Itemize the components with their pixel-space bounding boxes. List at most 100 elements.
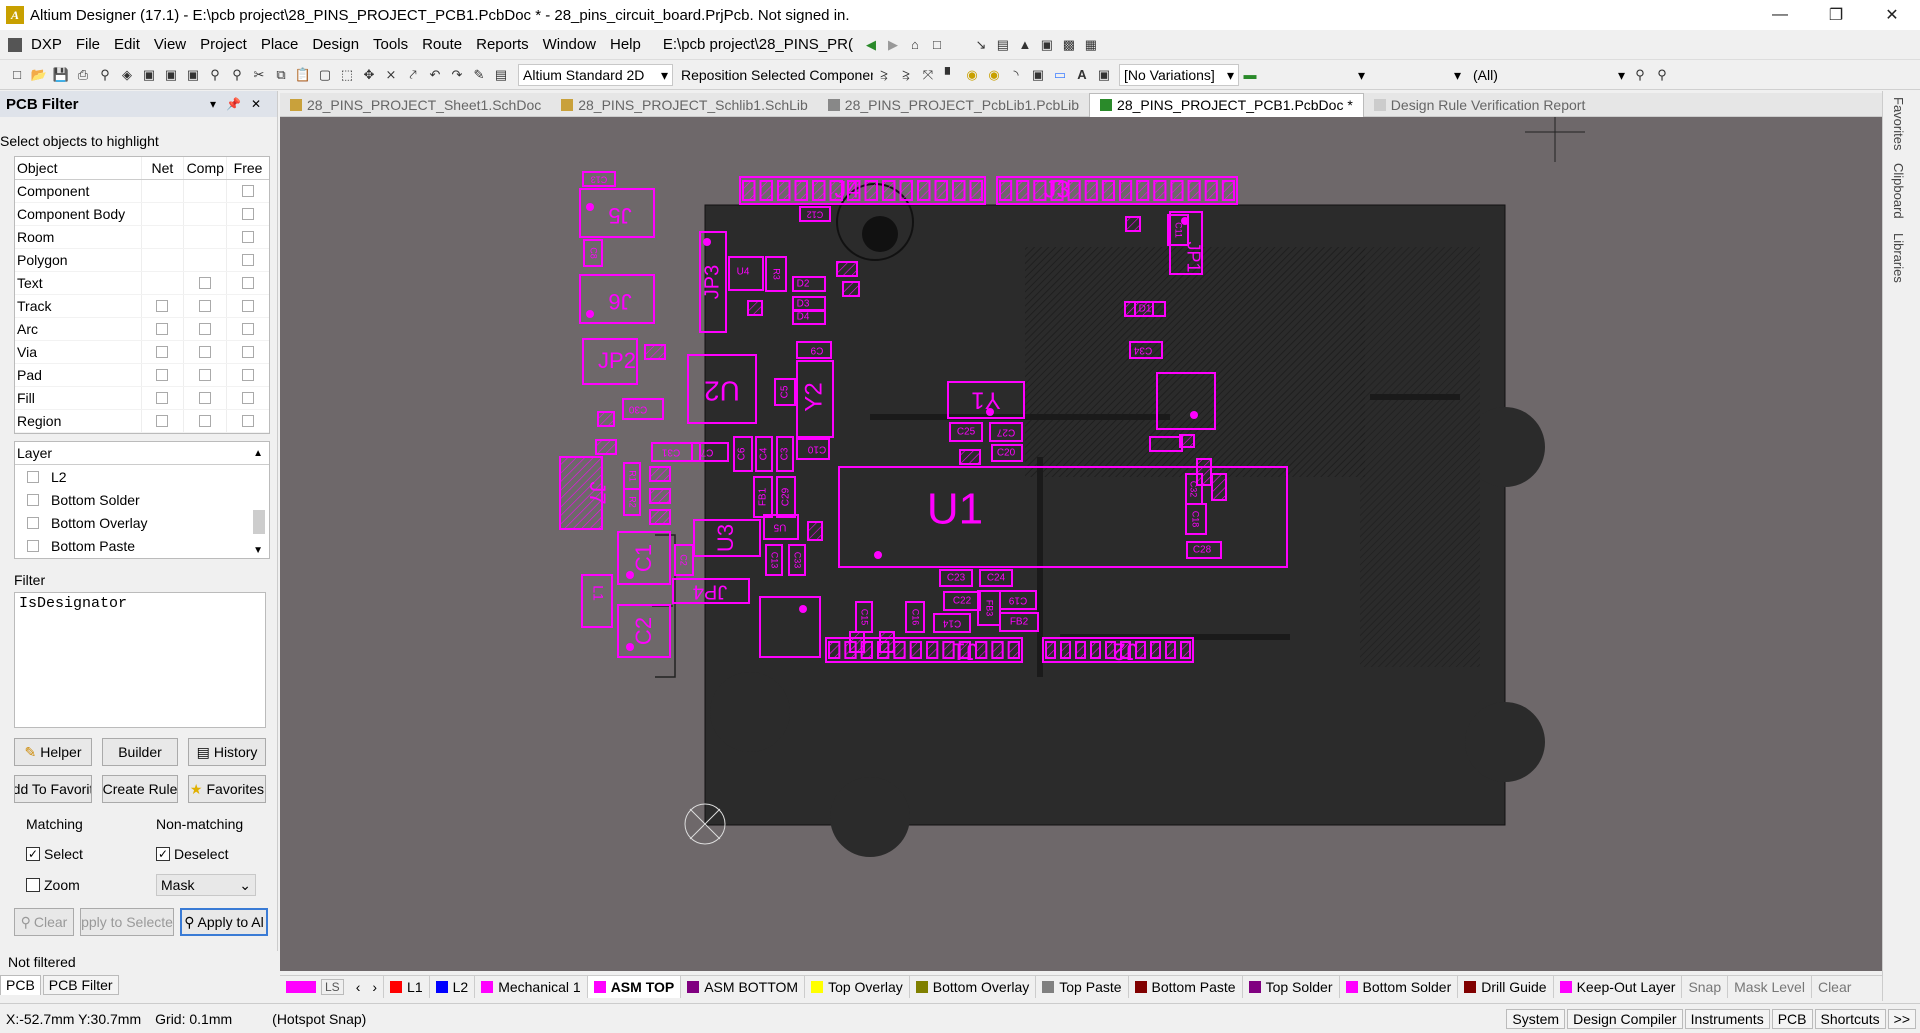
object-row[interactable]: Arc xyxy=(15,318,269,341)
deselect-checkbox-row[interactable]: ✓ Deselect xyxy=(156,846,228,862)
redo-icon[interactable]: ↷ xyxy=(448,66,466,84)
header-pin[interactable] xyxy=(1101,180,1115,201)
layer-tab-bottom-overlay[interactable]: Bottom Overlay xyxy=(908,975,1035,998)
free-checkbox[interactable] xyxy=(242,185,255,197)
comp-checkbox[interactable] xyxy=(199,369,212,381)
layer-tab-bottom-paste[interactable]: Bottom Paste xyxy=(1127,975,1242,998)
pad[interactable] xyxy=(747,300,763,316)
deselect-icon[interactable]: ⨯ xyxy=(382,66,400,84)
path-field[interactable]: E:\pcb project\28_PINS_PR( xyxy=(656,30,860,60)
object-row[interactable]: Polygon xyxy=(15,249,269,272)
header-pin[interactable] xyxy=(991,641,1004,659)
zoom-fit-icon[interactable]: ⚲ xyxy=(206,66,224,84)
header-pin[interactable] xyxy=(1221,180,1235,201)
mask-dropdown[interactable]: Mask ⌄ xyxy=(156,874,256,896)
layer-item[interactable]: Bottom Paste xyxy=(15,534,269,557)
checkbox[interactable] xyxy=(27,516,39,529)
header-pin[interactable] xyxy=(742,180,756,201)
menu-project[interactable]: Project xyxy=(193,30,254,60)
free-checkbox[interactable] xyxy=(242,369,255,381)
header-pin[interactable] xyxy=(812,180,826,201)
zoom-out-icon[interactable]: ⚲ xyxy=(228,66,246,84)
header-pin[interactable] xyxy=(899,180,913,201)
header-pin[interactable] xyxy=(882,180,896,201)
header-pin[interactable] xyxy=(1170,180,1184,201)
scroll-up-icon[interactable]: ▲ xyxy=(253,448,263,459)
free-checkbox[interactable] xyxy=(242,392,255,404)
free-checkbox[interactable] xyxy=(242,346,255,358)
board-insight-icon[interactable]: ▬ xyxy=(1241,66,1259,84)
undo-icon[interactable]: ↶ xyxy=(426,66,444,84)
menu-design[interactable]: Design xyxy=(305,30,366,60)
cross-probe-icon[interactable]: ⤤ xyxy=(404,66,422,84)
tab-sheet1-schdoc[interactable]: 28_PINS_PROJECT_Sheet1.SchDoc xyxy=(280,93,551,117)
header-pin[interactable] xyxy=(909,641,923,659)
object-row[interactable]: Region xyxy=(15,410,269,433)
string-icon[interactable]: A xyxy=(1073,66,1091,84)
forward-icon[interactable]: ▶ xyxy=(884,36,902,54)
menu-window[interactable]: Window xyxy=(536,30,603,60)
layer-tab-top-paste[interactable]: Top Paste xyxy=(1035,975,1127,998)
menu-tools[interactable]: Tools xyxy=(366,30,415,60)
tab-pcb1-pcbdoc[interactable]: 28_PINS_PROJECT_PCB1.PcbDoc * xyxy=(1089,92,1364,117)
header-pin[interactable] xyxy=(917,180,931,201)
status-instruments-button[interactable]: Instruments xyxy=(1684,1008,1770,1029)
board-icon[interactable]: ▣ xyxy=(140,66,158,84)
menu-dxp[interactable]: DXP xyxy=(24,30,69,60)
object-row[interactable]: Pad xyxy=(15,364,269,387)
print-preview-icon[interactable]: ⚲ xyxy=(96,66,114,84)
header-pin[interactable] xyxy=(942,641,955,659)
comp-checkbox[interactable] xyxy=(199,277,212,289)
clear-button[interactable]: ⚲ Clear xyxy=(14,908,74,936)
object-row[interactable]: Track xyxy=(15,295,269,318)
comp-checkbox[interactable] xyxy=(199,392,212,404)
status-design-compiler-button[interactable]: Design Compiler xyxy=(1567,1008,1683,1029)
select-area-icon[interactable]: ⬚ xyxy=(338,66,356,84)
comp-checkbox[interactable] xyxy=(199,323,212,335)
create-rule-button[interactable]: Create Rule xyxy=(102,775,178,803)
tab-drc-report[interactable]: Design Rule Verification Report xyxy=(1364,93,1596,117)
layer-item[interactable]: L2 xyxy=(15,465,269,488)
placement-icon[interactable]: ▣ xyxy=(1038,36,1056,54)
helper-button[interactable]: ✎ Helper xyxy=(14,738,92,766)
header-pin[interactable] xyxy=(1075,641,1086,659)
header-outline[interactable] xyxy=(996,176,1238,205)
apply-to-selected-button[interactable]: pply to Selecte xyxy=(80,908,174,936)
polygon-icon[interactable]: ▭ xyxy=(1051,66,1069,84)
layer-nav-prev[interactable]: ‹ xyxy=(350,976,367,998)
layer-item[interactable]: Bottom Solder xyxy=(15,488,269,511)
zoom-checkbox[interactable] xyxy=(26,878,40,892)
object-row[interactable]: Component xyxy=(15,180,269,203)
header-pin[interactable] xyxy=(864,180,878,201)
header-pin[interactable] xyxy=(1045,641,1056,659)
object-row[interactable]: Via xyxy=(15,341,269,364)
paste-icon[interactable]: 📋 xyxy=(294,66,312,84)
pad[interactable] xyxy=(595,439,617,455)
tab-schlib[interactable]: 28_PINS_PROJECT_Schlib1.SchLib xyxy=(551,93,818,117)
pad-icon[interactable]: ◉ xyxy=(985,66,1003,84)
object-row[interactable]: Room xyxy=(15,226,269,249)
menu-help[interactable]: Help xyxy=(603,30,648,60)
net-checkbox[interactable] xyxy=(156,369,169,381)
layer-tab-mechanical-1[interactable]: Mechanical 1 xyxy=(474,975,587,998)
add-to-favorites-button[interactable]: dd To Favorit xyxy=(14,775,92,803)
pad[interactable] xyxy=(879,631,895,653)
object-row[interactable]: Component Body xyxy=(15,203,269,226)
reposition-button[interactable]: Reposition Selected Components xyxy=(677,64,873,86)
layer-tab-keep-out-layer[interactable]: Keep-Out Layer xyxy=(1552,975,1682,998)
multi-route-icon[interactable]: ⤧ xyxy=(919,66,937,84)
bookmark-icon[interactable]: □ xyxy=(928,36,946,54)
layer-tab-top-overlay[interactable]: Top Overlay xyxy=(804,975,909,998)
menu-view[interactable]: View xyxy=(147,30,193,60)
grid-icon[interactable]: ▦ xyxy=(1082,36,1100,54)
free-checkbox[interactable] xyxy=(242,208,255,220)
layer-set-swatch[interactable]: LS xyxy=(280,976,350,998)
net-checkbox[interactable] xyxy=(156,415,169,427)
free-checkbox[interactable] xyxy=(242,323,255,335)
header-pin[interactable] xyxy=(1187,180,1201,201)
interactive-route-icon[interactable]: ⥸ xyxy=(875,66,893,84)
pad[interactable] xyxy=(649,488,671,504)
header-pin[interactable] xyxy=(794,180,808,201)
view-icon[interactable]: ▩ xyxy=(1060,36,1078,54)
header-pin[interactable] xyxy=(1150,641,1161,659)
